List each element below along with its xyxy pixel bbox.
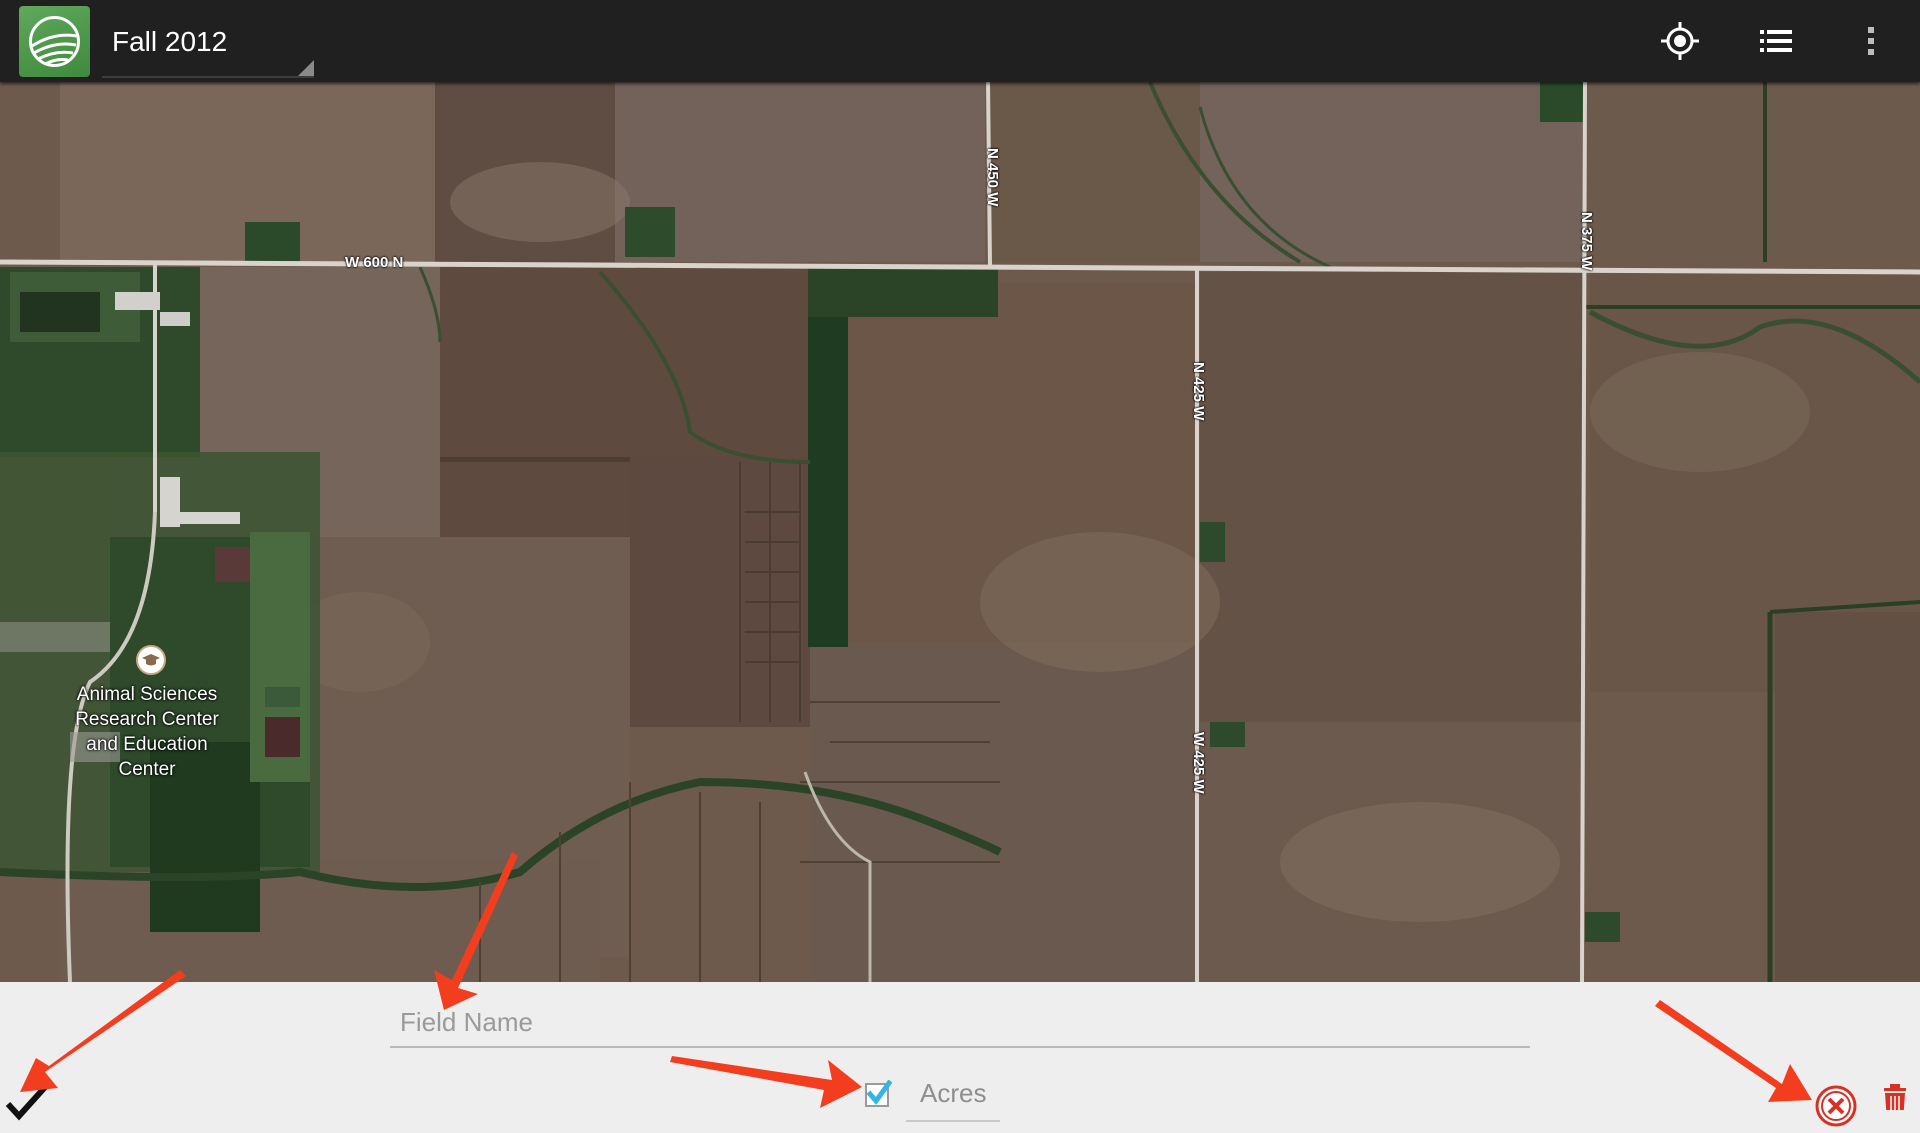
list-icon[interactable] bbox=[1751, 16, 1801, 66]
acres-checkbox[interactable] bbox=[864, 1079, 893, 1108]
school-cap-icon[interactable] bbox=[136, 645, 166, 675]
cancel-circle-icon[interactable] bbox=[1814, 1084, 1858, 1128]
road-label-n375w: N 375 W bbox=[1578, 212, 1595, 271]
map-imagery bbox=[0, 82, 1920, 982]
road-label-n425w: N 425 W bbox=[1190, 362, 1207, 421]
season-title: Fall 2012 bbox=[112, 26, 228, 57]
overflow-menu-icon[interactable] bbox=[1846, 16, 1896, 66]
place-label-animal-sciences[interactable]: Animal Sciences Research Center and Educ… bbox=[62, 682, 232, 782]
road-label-w425w: W 425 W bbox=[1190, 732, 1207, 794]
acres-underline bbox=[906, 1120, 1000, 1122]
road-label-n450w: N 450 W bbox=[984, 148, 1001, 207]
season-spinner[interactable]: Fall 2012 bbox=[102, 10, 314, 78]
acres-label: Acres bbox=[920, 1078, 987, 1108]
trash-icon[interactable] bbox=[1878, 1082, 1914, 1110]
my-location-icon[interactable] bbox=[1655, 16, 1705, 66]
checkmark-icon[interactable] bbox=[4, 1082, 50, 1122]
spinner-triangle-icon bbox=[298, 60, 314, 76]
action-bar: Fall 2012 bbox=[0, 0, 1920, 82]
field-name-input[interactable] bbox=[390, 1004, 1530, 1048]
satellite-map[interactable]: W 600 N N 450 W N 425 W W 425 W N 375 W … bbox=[0, 82, 1920, 982]
road-label-w600n: W 600 N bbox=[345, 254, 404, 271]
farm-field-logo-icon[interactable] bbox=[19, 6, 90, 77]
field-edit-panel: Acres bbox=[0, 982, 1920, 1128]
